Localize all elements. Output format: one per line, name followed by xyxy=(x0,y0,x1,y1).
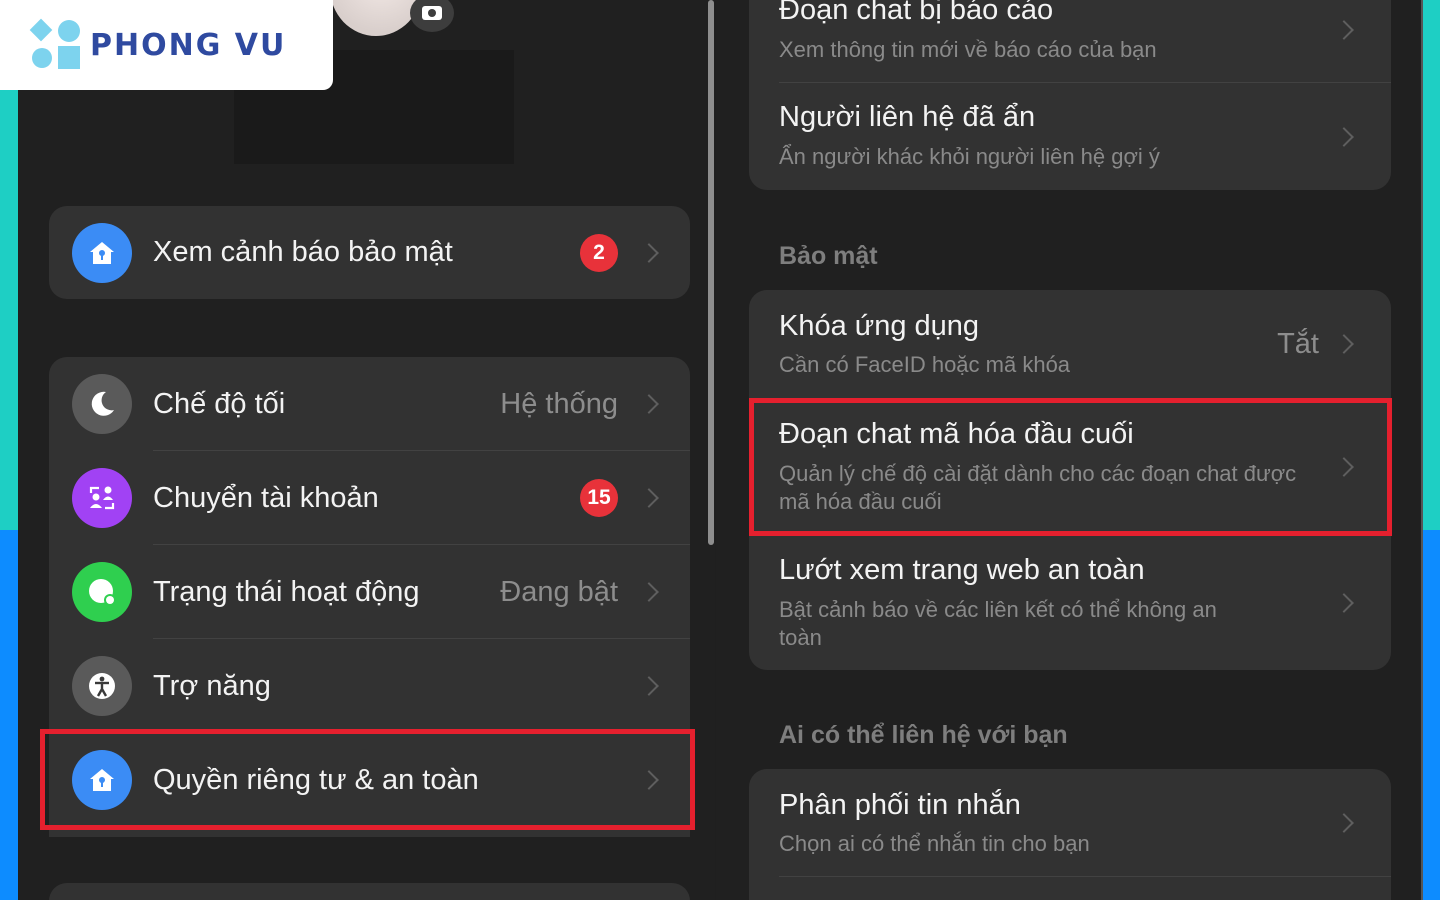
active-status-label: Trạng thái hoạt động xyxy=(153,575,420,608)
section-header-contact: Ai có thể liên hệ với bạn xyxy=(779,721,1068,749)
camera-icon xyxy=(422,6,442,20)
hidden-contacts-title: Người liên hệ đã ẩn xyxy=(779,101,1036,133)
reported-chats-title: Đoạn chat bị báo cáo xyxy=(779,0,1054,26)
switch-account-label: Chuyển tài khoản xyxy=(153,481,379,514)
chevron-right-icon xyxy=(1334,593,1354,613)
accessibility-label: Trợ năng xyxy=(153,669,271,702)
scrollbar[interactable] xyxy=(708,0,714,545)
dark-mode-value: Hệ thống xyxy=(500,387,618,420)
item-hidden-contacts[interactable]: Người liên hệ đã ẩn Ẩn người khác khỏi n… xyxy=(749,83,1391,190)
reported-chats-subtitle: Xem thông tin mới về báo cáo của bạn xyxy=(779,37,1157,62)
message-delivery-subtitle: Chọn ai có thể nhắn tin cho bạn xyxy=(779,831,1090,856)
message-delivery-title: Phân phối tin nhắn xyxy=(779,789,1021,821)
active-status-value: Đang bật xyxy=(500,575,618,608)
settings-item-accessibility[interactable]: Trợ năng xyxy=(49,639,690,733)
switch-account-icon xyxy=(72,468,132,528)
item-app-lock[interactable]: Khóa ứng dụng Cần có FaceID hoặc mã khóa… xyxy=(749,290,1391,398)
security-alert-row[interactable]: Xem cảnh báo bảo mật 2 xyxy=(49,206,690,299)
contact-card: Phân phối tin nhắn Chọn ai có thể nhắn t… xyxy=(749,769,1391,900)
section-header-security: Bảo mật xyxy=(779,242,878,270)
shield-house-icon xyxy=(72,222,132,283)
chevron-right-icon xyxy=(1334,20,1354,40)
chevron-right-icon xyxy=(1334,334,1354,354)
panel-edge-right xyxy=(1421,0,1423,900)
item-reported-chats[interactable]: Đoạn chat bị báo cáo Xem thông tin mới v… xyxy=(749,0,1391,82)
decorative-strip-teal-right xyxy=(1423,0,1440,530)
item-safe-browsing[interactable]: Lướt xem trang web an toàn Bật cảnh báo … xyxy=(749,534,1391,670)
app-lock-title: Khóa ứng dụng xyxy=(779,310,980,342)
moon-icon xyxy=(72,374,132,434)
chevron-right-icon xyxy=(1334,813,1354,833)
accessibility-icon xyxy=(72,656,132,716)
security-alert-badge: 2 xyxy=(580,233,618,272)
dark-mode-label: Chế độ tối xyxy=(153,387,286,420)
decorative-strip-blue-right xyxy=(1423,530,1440,900)
chevron-right-icon xyxy=(639,676,659,696)
chevron-right-icon xyxy=(639,242,659,263)
hidden-contacts-subtitle: Ẩn người khác khỏi người liên hệ gợi ý xyxy=(779,144,1160,169)
settings-item-active-status[interactable]: Trạng thái hoạt động Đang bật xyxy=(49,545,690,639)
logo-mark-icon xyxy=(29,18,82,70)
safe-browsing-subtitle: Bật cảnh báo về các liên kết có thể khôn… xyxy=(779,597,1217,650)
settings-card-next xyxy=(49,883,690,900)
settings-item-switch-account[interactable]: Chuyển tài khoản 15 xyxy=(49,451,690,545)
logo-text: PHONG VU xyxy=(90,27,287,63)
chevron-right-icon xyxy=(639,488,659,508)
chevron-right-icon xyxy=(639,582,659,602)
app-lock-value: Tắt xyxy=(1277,328,1319,360)
settings-item-dark-mode[interactable]: Chế độ tối Hệ thống xyxy=(49,357,690,451)
switch-account-badge: 15 xyxy=(580,479,618,517)
decorative-strip-blue-left xyxy=(0,530,18,900)
security-alert-card: Xem cảnh báo bảo mật 2 xyxy=(49,206,690,299)
app-lock-subtitle: Cần có FaceID hoặc mã khóa xyxy=(779,352,1071,377)
reports-card: Đoạn chat bị báo cáo Xem thông tin mới v… xyxy=(749,0,1391,190)
highlight-box-privacy xyxy=(40,729,695,830)
item-message-delivery[interactable]: Phân phối tin nhắn Chọn ai có thể nhắn t… xyxy=(749,769,1391,876)
chevron-right-icon xyxy=(639,394,659,414)
security-alert-label: Xem cảnh báo bảo mật xyxy=(153,236,453,268)
active-status-icon xyxy=(72,562,132,622)
highlight-box-e2ee xyxy=(749,398,1392,536)
safe-browsing-title: Lướt xem trang web an toàn xyxy=(779,554,1145,586)
brand-logo: PHONG VU xyxy=(0,0,333,90)
divider xyxy=(779,876,1391,877)
chevron-right-icon xyxy=(1334,127,1354,147)
